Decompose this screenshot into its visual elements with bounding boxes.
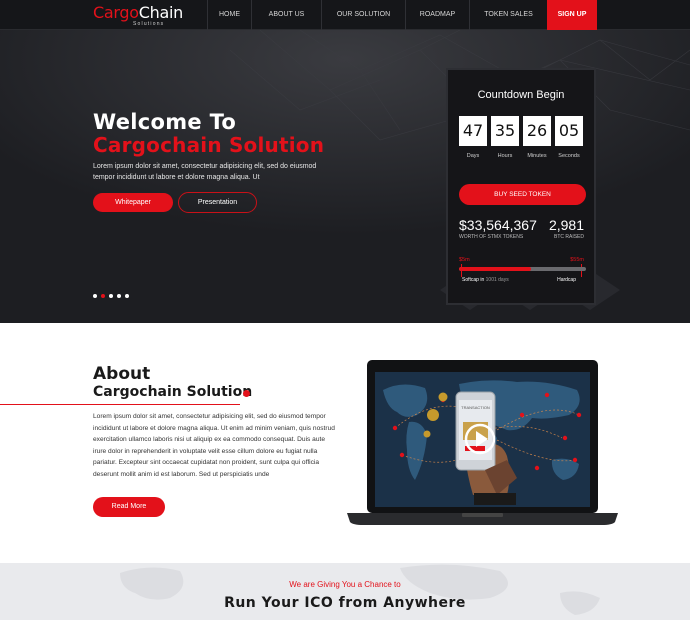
raised-amount-label: WORTH OF STMX TOKENS [459,234,524,240]
countdown-card: Countdown Begin 47 35 26 05 Days Hours M… [446,68,596,305]
nav-menu: HOME ABOUT US OUR SOLUTION ROADMAP TOKEN… [207,0,597,30]
logo-text-part1: Cargo [93,3,139,22]
hero-title-line1: Welcome To [93,110,237,134]
slider-dot[interactable] [93,294,97,298]
funding-progress-fill [459,267,532,271]
countdown-hours: 35 [491,116,519,146]
countdown-title: Countdown Begin [477,89,565,101]
about-heading: About [93,364,151,384]
phone-screen-text: TRANSACTION [461,405,490,410]
nav-home[interactable]: HOME [207,0,251,30]
countdown-label-hours: Hours [497,153,513,159]
laptop-video-illustration[interactable]: TRANSACTION [347,360,618,525]
hero-description: Lorem ipsum dolor sit amet, consectetur … [93,163,317,181]
hero-title-line2: Cargochain Solution [93,133,325,157]
logo-text-part2: Chain [138,3,184,22]
ico-title: Run Your ICO from Anywhere [224,595,466,611]
slider-dot[interactable] [109,294,113,298]
logo-text: CargoChain [93,5,183,21]
raised-amount: $33,564,367 [459,217,537,233]
logo[interactable]: CargoChain Solutions [93,5,183,28]
countdown-values: 47 35 26 05 [459,116,583,146]
btc-raised-label: BTC RAISED [553,234,584,240]
slider-dot-active[interactable] [101,294,105,298]
hardcap-label: Hardcap [557,277,576,283]
presentation-button[interactable]: Presentation [178,192,257,213]
softcap-label: Softcap in [462,277,485,283]
ico-section: We are Giving You a Chance to Run Your I… [0,563,690,620]
btc-raised: 2,981 [548,217,584,233]
countdown-seconds: 05 [555,116,583,146]
about-text: Lorem ipsum dolor sit amet, consectetur … [93,413,335,478]
countdown-days: 47 [459,116,487,146]
softcap-info: Softcap in 1001 days [462,277,509,283]
hero-section: Welcome To Cargochain Solution Lorem ips… [0,30,690,323]
nav-about-us[interactable]: ABOUT US [251,0,321,30]
ico-subtitle: We are Giving You a Chance to [289,580,401,589]
countdown-minutes: 26 [523,116,551,146]
about-subheading: Cargochain Solution [93,384,253,400]
countdown-label-seconds: Seconds [558,153,580,159]
about-divider-dot [243,390,250,397]
nav-our-solution[interactable]: OUR SOLUTION [321,0,405,30]
countdown-labels: Days Hours Minutes Seconds [459,153,583,159]
signup-button[interactable]: SIGN UP [547,0,597,30]
slider-dots [93,294,129,298]
logo-tagline: Solutions [133,21,165,27]
countdown-label-minutes: Minutes [527,153,547,159]
whitepaper-button[interactable]: Whitepaper [93,193,173,212]
softcap-days: 1001 days [485,277,509,283]
about-divider [0,404,240,405]
countdown-label-days: Days [466,153,480,159]
top-navbar: CargoChain Solutions HOME ABOUT US OUR S… [0,0,690,30]
read-more-button[interactable]: Read More [93,497,165,517]
funding-progress-bar [459,267,586,271]
buy-seed-token-button[interactable]: BUY SEED TOKEN [459,184,586,205]
ico-background-map [120,564,600,615]
slider-dot[interactable] [125,294,129,298]
nav-roadmap[interactable]: ROADMAP [405,0,469,30]
slider-dot[interactable] [117,294,121,298]
progress-max-label: $55m [570,257,584,263]
progress-min-label: $5m [459,257,470,263]
nav-token-sales[interactable]: TOKEN SALES [469,0,547,30]
